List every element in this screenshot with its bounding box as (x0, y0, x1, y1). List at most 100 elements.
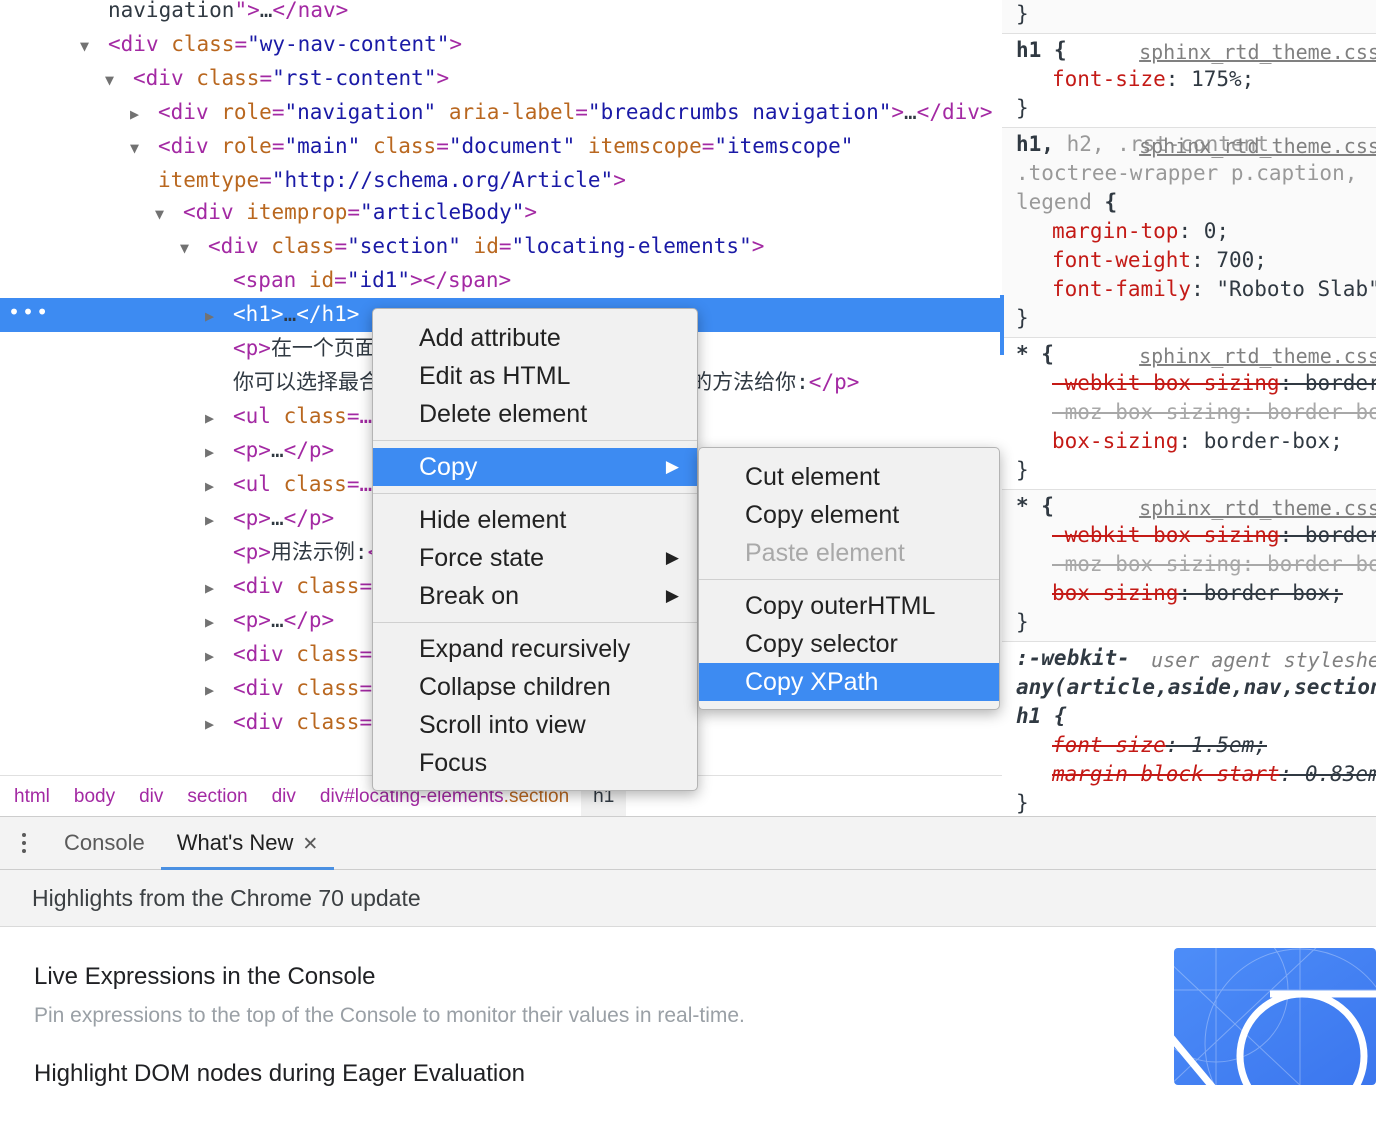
css-rule-selector[interactable]: h1 {sphinx_rtd_theme.css:5 (1016, 36, 1376, 65)
expand-triangle-icon[interactable]: ▶ (130, 98, 158, 130)
dom-node-row[interactable]: ▼ <div class="wy-nav-content"> (0, 28, 1002, 62)
css-rule[interactable]: * {sphinx_rtd_theme.css:5-webkit-box-siz… (1002, 490, 1376, 642)
menu-item[interactable]: Cut element (699, 458, 999, 496)
dom-node-row[interactable]: ▼ <div class="section" id="locating-eleme… (0, 230, 1002, 264)
menu-item[interactable]: Copy XPath (699, 663, 999, 701)
css-rule[interactable]: :-webkit-any(article,aside,nav,section) … (1002, 642, 1376, 816)
dom-token-val: "navigation" (284, 100, 437, 124)
expand-triangle-icon[interactable]: ▶ (205, 640, 233, 672)
css-rule-origin[interactable]: sphinx_rtd_theme.css:5 (1139, 342, 1376, 371)
expand-triangle-icon[interactable]: ▶ (205, 606, 233, 638)
menu-item[interactable]: Delete element (373, 395, 697, 433)
css-rule-origin[interactable]: sphinx_rtd_theme.css:5 (1139, 494, 1376, 523)
dom-node-row[interactable]: ▼ <div role="main" class="document" items… (0, 130, 1002, 196)
css-declaration[interactable]: font-weight: 700; (1016, 246, 1376, 275)
css-declaration[interactable]: font-size: 175%; (1016, 65, 1376, 94)
expand-triangle-icon[interactable]: ▶ (205, 300, 233, 332)
css-declaration[interactable]: margin-top: 0; (1016, 217, 1376, 246)
css-declaration[interactable]: -moz-box-sizing: border-box; (1016, 550, 1376, 579)
expand-triangle-icon[interactable]: ▶ (205, 436, 233, 468)
css-rule-selector[interactable]: * {sphinx_rtd_theme.css:5 (1016, 492, 1376, 521)
dom-node-row[interactable]: <span id="id1"></span> (0, 264, 1002, 298)
collapse-triangle-icon[interactable]: ▼ (130, 132, 158, 164)
css-property-value[interactable]: : border-box; (1242, 400, 1376, 424)
styles-scrollbar[interactable] (1000, 295, 1004, 355)
css-declaration[interactable]: font-size: 1.5em; (1016, 731, 1376, 760)
context-submenu-copy[interactable]: Cut element Copy element Paste element Copy… (698, 447, 1000, 710)
css-property-value[interactable]: : 700; (1191, 248, 1267, 272)
breadcrumb-item[interactable]: div (260, 776, 308, 817)
css-property-value[interactable]: : 1.5em; (1166, 733, 1267, 757)
css-property-value[interactable]: : border-box; (1242, 552, 1376, 576)
expand-triangle-icon[interactable]: ▶ (205, 402, 233, 434)
styles-pane[interactable]: element.style {} h1 {sphinx_rtd_theme.css… (1002, 0, 1376, 816)
css-property-value[interactable]: : border-box; (1280, 371, 1376, 395)
drawer-tab[interactable]: Console (48, 817, 161, 869)
menu-item[interactable]: Expand recursively (373, 630, 697, 668)
css-property-value[interactable]: : border-box; (1178, 429, 1342, 453)
css-rule[interactable]: element.style {} (1002, 0, 1376, 34)
dom-node-row[interactable]: ▼ <div itemprop="articleBody"> (0, 196, 1002, 230)
expand-triangle-icon[interactable]: ▶ (205, 674, 233, 706)
dom-node-row[interactable]: navigation">…</nav> (0, 0, 1002, 28)
context-menu[interactable]: Add attribute Edit as HTML Delete element C… (372, 308, 698, 791)
css-declaration[interactable]: -webkit-box-sizing: border-box; (1016, 521, 1376, 550)
menu-item[interactable]: Break on ▶ (373, 577, 697, 615)
close-icon[interactable]: ✕ (302, 834, 318, 855)
css-declaration[interactable]: font-family: "Roboto Slab","ff-tisa-web-… (1016, 275, 1376, 304)
breadcrumb-item[interactable]: html (0, 776, 62, 817)
menu-item[interactable]: Copy outerHTML (699, 587, 999, 625)
menu-item[interactable]: Scroll into view (373, 706, 697, 744)
css-rule-selector[interactable]: :-webkit-any(article,aside,nav,section) … (1016, 644, 1376, 731)
breadcrumb-item[interactable]: section (175, 776, 259, 817)
menu-item[interactable]: Focus (373, 744, 697, 782)
breadcrumb-item[interactable]: div (127, 776, 175, 817)
css-rule-origin[interactable]: sphinx_rtd_theme.css:5 (1139, 38, 1376, 67)
breadcrumb-item[interactable]: body (62, 776, 127, 817)
css-property-value[interactable]: : 0.83em; (1280, 762, 1376, 786)
css-rule[interactable]: h1, h2, .rst-content .toctree-wrapper p.… (1002, 128, 1376, 338)
dom-token-punct: <p> (233, 438, 271, 462)
dom-token-punct: </p> (283, 438, 335, 462)
collapse-triangle-icon[interactable]: ▼ (105, 64, 133, 96)
css-property-value[interactable]: : "Roboto Slab","ff-tisa-web-pro","Georg… (1191, 277, 1376, 301)
styles-rule-list[interactable]: element.style {} h1 {sphinx_rtd_theme.css… (1002, 0, 1376, 816)
menu-item[interactable]: Hide element (373, 501, 697, 539)
dom-node-row[interactable]: ▼ <div class="rst-content"> (0, 62, 1002, 96)
css-declaration[interactable]: -moz-box-sizing: border-box; (1016, 398, 1376, 427)
collapse-triangle-icon[interactable]: ▼ (80, 30, 108, 62)
css-rule-selector[interactable]: h1, h2, .rst-content .toctree-wrapper p.… (1016, 130, 1376, 217)
menu-item[interactable]: Collapse children (373, 668, 697, 706)
css-rule[interactable]: * {sphinx_rtd_theme.css:5-webkit-box-siz… (1002, 338, 1376, 490)
menu-item[interactable]: Copy element (699, 496, 999, 534)
collapse-triangle-icon[interactable]: ▼ (180, 232, 208, 264)
drawer-tab-bar[interactable]: Console What's New ✕ (0, 816, 1376, 870)
css-declaration[interactable]: margin-block-start: 0.83em; (1016, 760, 1376, 789)
css-property-value[interactable]: : 0; (1178, 219, 1229, 243)
expand-triangle-icon[interactable]: ▶ (205, 572, 233, 604)
css-property-value[interactable]: : border-box; (1280, 523, 1376, 547)
dom-token-attr: class (360, 134, 437, 158)
css-rule[interactable]: h1 {sphinx_rtd_theme.css:5font-size: 175… (1002, 34, 1376, 128)
more-options-icon[interactable] (0, 817, 48, 869)
expand-triangle-icon[interactable]: ▶ (205, 470, 233, 502)
css-rule-origin[interactable]: user agent stylesheet (1151, 646, 1376, 675)
css-property-value[interactable]: : border-box; (1178, 581, 1342, 605)
dom-token-punct: </h1> (296, 302, 360, 326)
menu-item[interactable]: Copy ▶ (373, 448, 697, 486)
css-property-value[interactable]: : 175%; (1166, 67, 1255, 91)
menu-item[interactable]: Add attribute (373, 319, 697, 357)
css-declaration[interactable]: -webkit-box-sizing: border-box; (1016, 369, 1376, 398)
css-rule-selector[interactable]: * {sphinx_rtd_theme.css:5 (1016, 340, 1376, 369)
expand-triangle-icon[interactable]: ▶ (205, 708, 233, 740)
dom-node-row[interactable]: ▶ <div role="navigation" aria-label="brea… (0, 96, 1002, 130)
drawer-tab[interactable]: What's New ✕ (160, 817, 335, 870)
css-rule-origin[interactable]: sphinx_rtd_theme.css:5 (1139, 132, 1376, 161)
menu-item[interactable]: Copy selector (699, 625, 999, 663)
menu-item[interactable]: Edit as HTML (373, 357, 697, 395)
css-declaration[interactable]: box-sizing: border-box; (1016, 579, 1376, 608)
collapse-triangle-icon[interactable]: ▼ (155, 198, 183, 230)
expand-triangle-icon[interactable]: ▶ (205, 504, 233, 536)
css-declaration[interactable]: box-sizing: border-box; (1016, 427, 1376, 456)
menu-item[interactable]: Force state ▶ (373, 539, 697, 577)
